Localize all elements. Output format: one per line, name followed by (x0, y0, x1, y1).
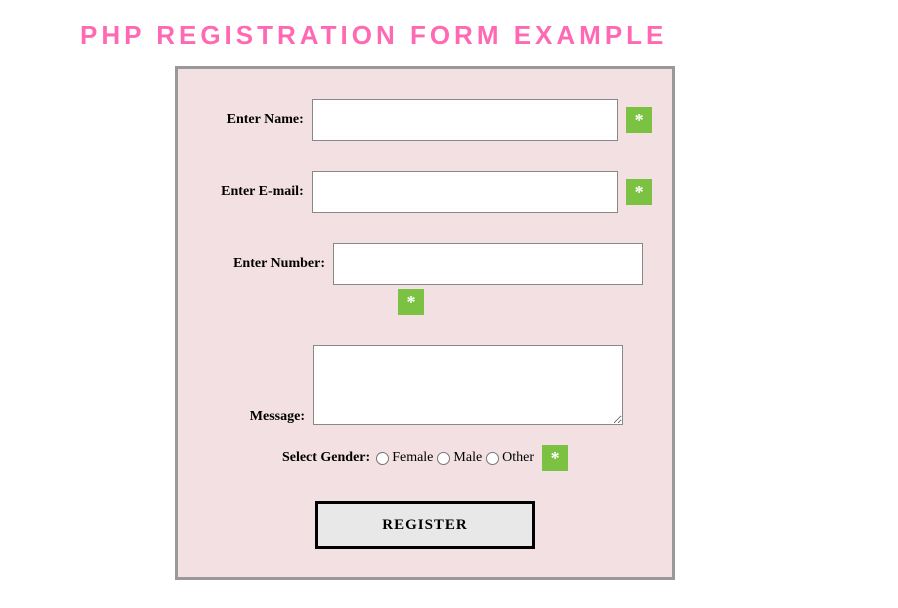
message-label: Message: (198, 409, 313, 425)
message-textarea[interactable] (313, 345, 623, 425)
name-input[interactable] (312, 99, 619, 141)
email-input[interactable] (312, 171, 619, 213)
required-icon: * (626, 179, 652, 205)
gender-label: Select Gender: (282, 450, 370, 466)
gender-other-label: Other (502, 450, 534, 466)
gender-female-wrap: Female (376, 450, 433, 466)
message-row: Message: (198, 345, 652, 425)
number-row: Enter Number: * (198, 243, 652, 315)
gender-other-wrap: Other (486, 450, 534, 466)
required-icon: * (542, 445, 568, 471)
number-input[interactable] (333, 243, 643, 285)
page-title: PHP REGISTRATION FORM EXAMPLE (0, 0, 898, 66)
gender-male-radio[interactable] (437, 452, 450, 465)
submit-row: REGISTER (198, 501, 652, 549)
number-badge-wrap: * (198, 285, 652, 315)
gender-female-radio[interactable] (376, 452, 389, 465)
required-icon: * (398, 289, 424, 315)
register-button[interactable]: REGISTER (315, 501, 535, 549)
gender-male-label: Male (453, 450, 482, 466)
gender-row: Select Gender: Female Male Other * (198, 445, 652, 471)
gender-other-radio[interactable] (486, 452, 499, 465)
required-icon: * (626, 107, 652, 133)
email-row: Enter E-mail: * (198, 171, 652, 213)
gender-male-wrap: Male (437, 450, 482, 466)
gender-female-label: Female (392, 450, 433, 466)
name-label: Enter Name: (198, 112, 312, 128)
number-label: Enter Number: (198, 256, 333, 272)
registration-form: Enter Name: * Enter E-mail: * Enter Numb… (175, 66, 675, 580)
email-label: Enter E-mail: (198, 184, 312, 200)
name-row: Enter Name: * (198, 99, 652, 141)
